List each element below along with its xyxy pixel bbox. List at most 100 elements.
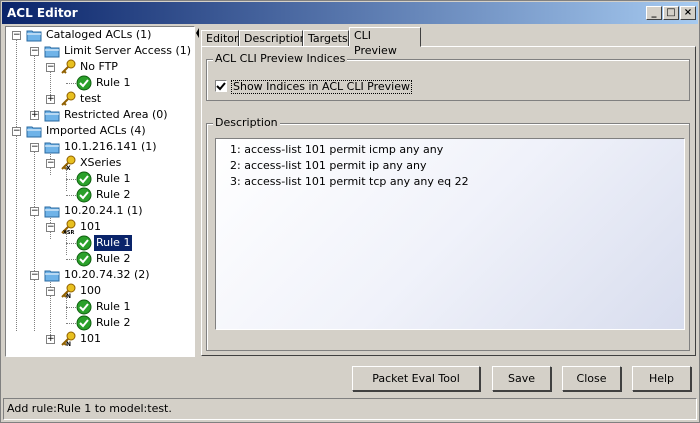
close-button[interactable]: Close [562, 366, 621, 391]
indices-group-title: ACL CLI Preview Indices [213, 52, 348, 65]
tab-cli-preview[interactable]: CLI Preview [349, 27, 421, 57]
tree-connector [66, 323, 76, 324]
tree-node-label: 100 [80, 284, 101, 297]
collapse-icon[interactable]: − [30, 271, 39, 280]
check-icon [76, 299, 92, 315]
check-icon [76, 171, 92, 187]
minimize-button[interactable]: _ [646, 6, 662, 20]
show-indices-label[interactable]: Show Indices in ACL CLI Preview [231, 80, 413, 94]
tree-node-rule[interactable]: Rule 2 [6, 315, 194, 331]
tree-connector [66, 243, 76, 244]
collapse-icon[interactable]: − [12, 31, 21, 40]
tree-node-acl[interactable]: − XSR 101 [6, 219, 194, 235]
tree-node-label: Rule 2 [96, 252, 131, 265]
help-button[interactable]: Help [632, 366, 691, 391]
check-icon [76, 251, 92, 267]
key-icon [61, 91, 76, 106]
collapse-icon[interactable]: − [46, 159, 55, 168]
folder-icon [44, 46, 60, 58]
expand-icon[interactable]: + [46, 335, 55, 344]
tree-node-test[interactable]: + test [6, 91, 194, 107]
tree-node-label: Rule 1 [94, 235, 133, 251]
collapse-icon[interactable]: − [46, 223, 55, 232]
cli-line: 1: access-list 101 permit icmp any any [230, 143, 444, 156]
tree-node-rule[interactable]: Rule 1 [6, 75, 194, 91]
tree-node-rule[interactable]: Rule 1 [6, 299, 194, 315]
checkmark-icon [216, 82, 226, 91]
tree-node-label: 101 [80, 332, 101, 345]
folder-icon [26, 126, 42, 138]
tree-node-no-ftp[interactable]: − No FTP [6, 59, 194, 75]
tree-node-label: Rule 1 [96, 300, 131, 313]
tree-node-label: Rule 2 [96, 316, 131, 329]
expand-icon[interactable]: + [46, 95, 55, 104]
tree-node-limit-server-access[interactable]: − Limit Server Access (1) [6, 43, 194, 59]
tree-connector [66, 259, 76, 260]
title-bar[interactable]: ACL Editor _ □ × [2, 2, 698, 24]
cli-line: 2: access-list 101 permit ip any any [230, 159, 427, 172]
tab-editor[interactable]: Editor [201, 30, 239, 47]
collapse-icon[interactable]: − [30, 207, 39, 216]
show-indices-checkbox[interactable] [215, 80, 227, 92]
tree-node-label: test [80, 92, 102, 105]
tree-node-label: 10.20.24.1 (1) [64, 204, 143, 217]
expand-icon[interactable]: + [30, 111, 39, 120]
collapse-icon[interactable]: − [30, 47, 39, 56]
acl-tree[interactable]: − Cataloged ACLs (1) − Limit Server Acce… [5, 26, 195, 357]
tree-node-host[interactable]: − 10.20.24.1 (1) [6, 203, 194, 219]
tree-node-label: No FTP [80, 60, 118, 73]
key-icon [61, 59, 76, 74]
tree-node-cataloged-acls[interactable]: − Cataloged ACLs (1) [6, 27, 194, 43]
collapse-icon[interactable]: − [46, 63, 55, 72]
tree-connector [66, 83, 76, 84]
tree-node-rule-selected[interactable]: Rule 1 [6, 235, 194, 251]
tree-node-rule[interactable]: Rule 2 [6, 187, 194, 203]
key-n-icon: N [61, 283, 76, 299]
tree-node-acl[interactable]: − N 100 [6, 283, 194, 299]
folder-icon [44, 110, 60, 122]
status-bar: Add rule:Rule 1 to model:test. [3, 398, 697, 420]
maximize-button[interactable]: □ [663, 6, 679, 20]
check-icon [76, 187, 92, 203]
tab-description[interactable]: Description [239, 30, 307, 47]
folder-icon [44, 206, 60, 218]
tree-node-acl[interactable]: + N 101 [6, 331, 194, 347]
tree-node-label: 10.20.74.32 (2) [64, 268, 150, 281]
collapse-icon[interactable]: − [46, 287, 55, 296]
tree-node-label: 10.1.216.141 (1) [64, 140, 157, 153]
check-icon [76, 235, 92, 251]
tree-node-rule[interactable]: Rule 1 [6, 171, 194, 187]
collapse-icon[interactable]: − [30, 143, 39, 152]
save-button[interactable]: Save [492, 366, 551, 391]
tree-connector [66, 195, 76, 196]
tree-node-host[interactable]: − 10.1.216.141 (1) [6, 139, 194, 155]
folder-icon [44, 270, 60, 282]
tree-node-label: 101 [80, 220, 101, 233]
collapse-icon[interactable]: − [12, 127, 21, 136]
tree-connector [66, 307, 76, 308]
close-window-button[interactable]: × [680, 6, 696, 20]
tree-connector [66, 179, 76, 180]
tree-node-label: Restricted Area (0) [64, 108, 168, 121]
cli-line: 3: access-list 101 permit tcp any any eq… [230, 175, 469, 188]
description-group: Description 1: access-list 101 permit ic… [206, 116, 690, 351]
acl-editor-window: ACL Editor _ □ × − Cataloged ACLs (1) − … [0, 0, 700, 423]
tree-node-rule[interactable]: Rule 2 [6, 251, 194, 267]
check-icon [76, 315, 92, 331]
svg-text:N: N [66, 341, 71, 347]
tree-node-restricted-area[interactable]: + Restricted Area (0) [6, 107, 194, 123]
cli-output-area[interactable]: 1: access-list 101 permit icmp any any 2… [215, 138, 685, 330]
collapse-arrow-icon[interactable] [196, 28, 200, 38]
window-title: ACL Editor [7, 6, 78, 20]
key-xsr-icon: XSR [61, 219, 76, 235]
folder-icon [44, 142, 60, 154]
folder-icon [26, 30, 42, 42]
tree-node-host[interactable]: − 10.20.74.32 (2) [6, 267, 194, 283]
tree-node-imported-acls[interactable]: − Imported ACLs (4) [6, 123, 194, 139]
tree-node-label: Limit Server Access (1) [64, 44, 192, 57]
split-pane-divider[interactable] [196, 26, 200, 357]
tab-targets[interactable]: Targets [303, 30, 349, 47]
tree-node-acl[interactable]: − X XSeries [6, 155, 194, 171]
packet-eval-tool-button[interactable]: Packet Eval Tool [352, 366, 480, 391]
key-x-icon: X [61, 155, 76, 171]
